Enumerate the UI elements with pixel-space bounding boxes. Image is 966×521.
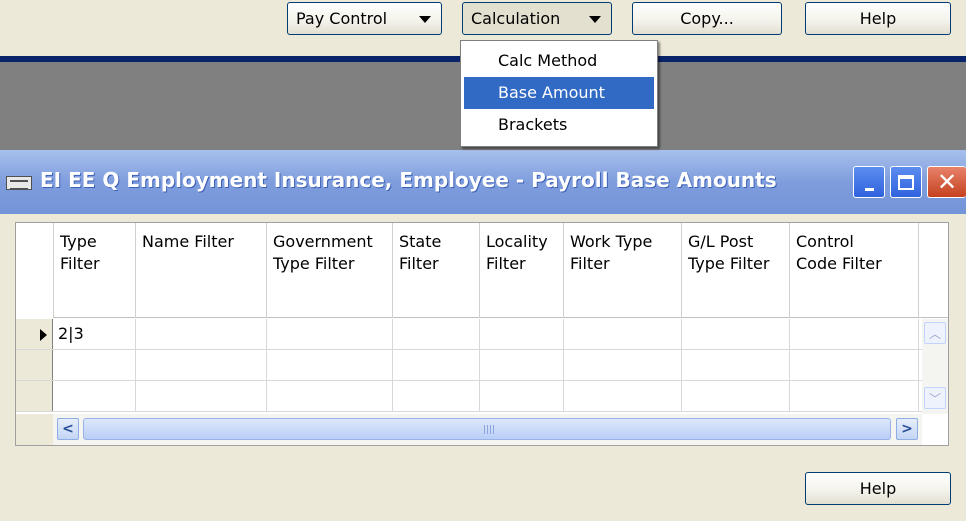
current-row-arrow-icon: [40, 329, 47, 341]
cell-state-filter[interactable]: [393, 381, 480, 411]
cell-type-filter[interactable]: [54, 381, 136, 411]
col-label: Code Filter: [796, 254, 882, 273]
minimize-icon: [864, 187, 874, 191]
row-selector[interactable]: [16, 319, 53, 349]
vertical-scrollbar[interactable]: ︿ ﹀: [922, 319, 948, 414]
col-label: Filter: [399, 254, 439, 273]
chevron-down-icon: [419, 16, 431, 23]
cell-work-type-filter[interactable]: [564, 350, 682, 380]
base-amounts-grid: Type Filter Name Filter Government Type …: [15, 222, 949, 446]
col-control-code-filter[interactable]: Control Code Filter: [790, 223, 919, 318]
cell-gl-post-type-filter[interactable]: [682, 319, 790, 349]
cell-state-filter[interactable]: [393, 350, 480, 380]
help-label-top: Help: [859, 9, 897, 28]
cell-state-filter[interactable]: [393, 319, 480, 349]
row-selector[interactable]: [16, 350, 53, 380]
col-label: Work Type: [570, 232, 653, 251]
minimize-button[interactable]: [853, 166, 885, 198]
table-row[interactable]: [16, 381, 948, 412]
help-button-top[interactable]: Help: [805, 2, 951, 35]
col-label: Name Filter: [142, 232, 234, 251]
col-label: G/L Post: [688, 232, 754, 251]
cell-gl-post-type-filter[interactable]: [682, 381, 790, 411]
cell-name-filter[interactable]: [136, 319, 267, 349]
menu-item-base-amount[interactable]: Base Amount: [464, 77, 654, 109]
col-label: Filter: [60, 254, 100, 273]
calculation-menu: Calc Method Base Amount Brackets: [460, 40, 658, 147]
scroll-right-button[interactable]: >: [896, 418, 918, 440]
table-row[interactable]: 2|3: [16, 319, 948, 350]
cell-type-filter[interactable]: [54, 350, 136, 380]
chevron-up-icon: ︿: [928, 326, 941, 341]
cell-government-type-filter[interactable]: [267, 350, 393, 380]
grid-header: Type Filter Name Filter Government Type …: [16, 223, 948, 318]
grip-icon: [484, 425, 496, 434]
col-label: Control: [796, 232, 854, 251]
row-selector[interactable]: [16, 381, 53, 411]
close-icon: ✕: [936, 168, 958, 196]
form-icon: [6, 176, 32, 190]
col-label: State: [399, 232, 442, 251]
menu-item-brackets[interactable]: Brackets: [464, 109, 654, 141]
cell-gl-post-type-filter[interactable]: [682, 350, 790, 380]
scrollbar-corner: [16, 414, 53, 445]
col-type-filter[interactable]: Type Filter: [54, 223, 136, 318]
window-titlebar[interactable]: EI EE Q Employment Insurance, Employee -…: [0, 150, 966, 214]
col-locality-filter[interactable]: Locality Filter: [480, 223, 564, 318]
chevron-down-icon: ﹀: [928, 391, 941, 406]
col-gl-post-type-filter[interactable]: G/L Post Type Filter: [682, 223, 790, 318]
cell-control-code-filter[interactable]: [790, 381, 919, 411]
payroll-base-amounts-window: EI EE Q Employment Insurance, Employee -…: [0, 150, 966, 521]
copy-button[interactable]: Copy...: [632, 2, 782, 35]
scroll-down-button[interactable]: ﹀: [924, 387, 946, 409]
row-selector-header: [16, 223, 54, 318]
col-label: Type: [60, 232, 97, 251]
cell-name-filter[interactable]: [136, 350, 267, 380]
horizontal-scroll-thumb[interactable]: [83, 418, 891, 440]
maximize-icon: [898, 174, 914, 190]
cell-locality-filter[interactable]: [480, 381, 564, 411]
cell-control-code-filter[interactable]: [790, 319, 919, 349]
col-label: Filter: [486, 254, 526, 273]
pay-control-button[interactable]: Pay Control: [287, 2, 442, 35]
cell-government-type-filter[interactable]: [267, 319, 393, 349]
cell-locality-filter[interactable]: [480, 350, 564, 380]
calculation-label: Calculation: [471, 9, 561, 28]
col-label: Locality: [486, 232, 548, 251]
menu-item-calc-method[interactable]: Calc Method: [464, 45, 654, 77]
col-label: Type Filter: [273, 254, 355, 273]
cell-type-filter[interactable]: 2|3: [54, 319, 136, 349]
col-state-filter[interactable]: State Filter: [393, 223, 480, 318]
cell-work-type-filter[interactable]: [564, 319, 682, 349]
close-button[interactable]: ✕: [927, 166, 966, 198]
help-label: Help: [859, 479, 897, 498]
scroll-left-button[interactable]: <: [57, 418, 79, 440]
scroll-up-button[interactable]: ︿: [924, 322, 946, 344]
cell-work-type-filter[interactable]: [564, 381, 682, 411]
col-work-type-filter[interactable]: Work Type Filter: [564, 223, 682, 318]
chevron-right-icon: >: [901, 421, 913, 437]
copy-label: Copy...: [680, 9, 734, 28]
table-row[interactable]: [16, 350, 948, 381]
cell-locality-filter[interactable]: [480, 319, 564, 349]
col-label: Filter: [570, 254, 610, 273]
calculation-button[interactable]: Calculation: [462, 2, 612, 35]
col-label: Type Filter: [688, 254, 770, 273]
pay-control-label: Pay Control: [296, 9, 388, 28]
col-name-filter[interactable]: Name Filter: [136, 223, 267, 318]
window-title: EI EE Q Employment Insurance, Employee -…: [40, 168, 777, 192]
chevron-left-icon: <: [62, 421, 74, 437]
maximize-button[interactable]: [890, 166, 922, 198]
col-government-type-filter[interactable]: Government Type Filter: [267, 223, 393, 318]
help-button[interactable]: Help: [805, 472, 951, 505]
cell-government-type-filter[interactable]: [267, 381, 393, 411]
chevron-down-icon: [589, 16, 601, 23]
cell-control-code-filter[interactable]: [790, 350, 919, 380]
cell-name-filter[interactable]: [136, 381, 267, 411]
horizontal-scrollbar[interactable]: < >: [53, 414, 922, 445]
col-label: Government: [273, 232, 373, 251]
